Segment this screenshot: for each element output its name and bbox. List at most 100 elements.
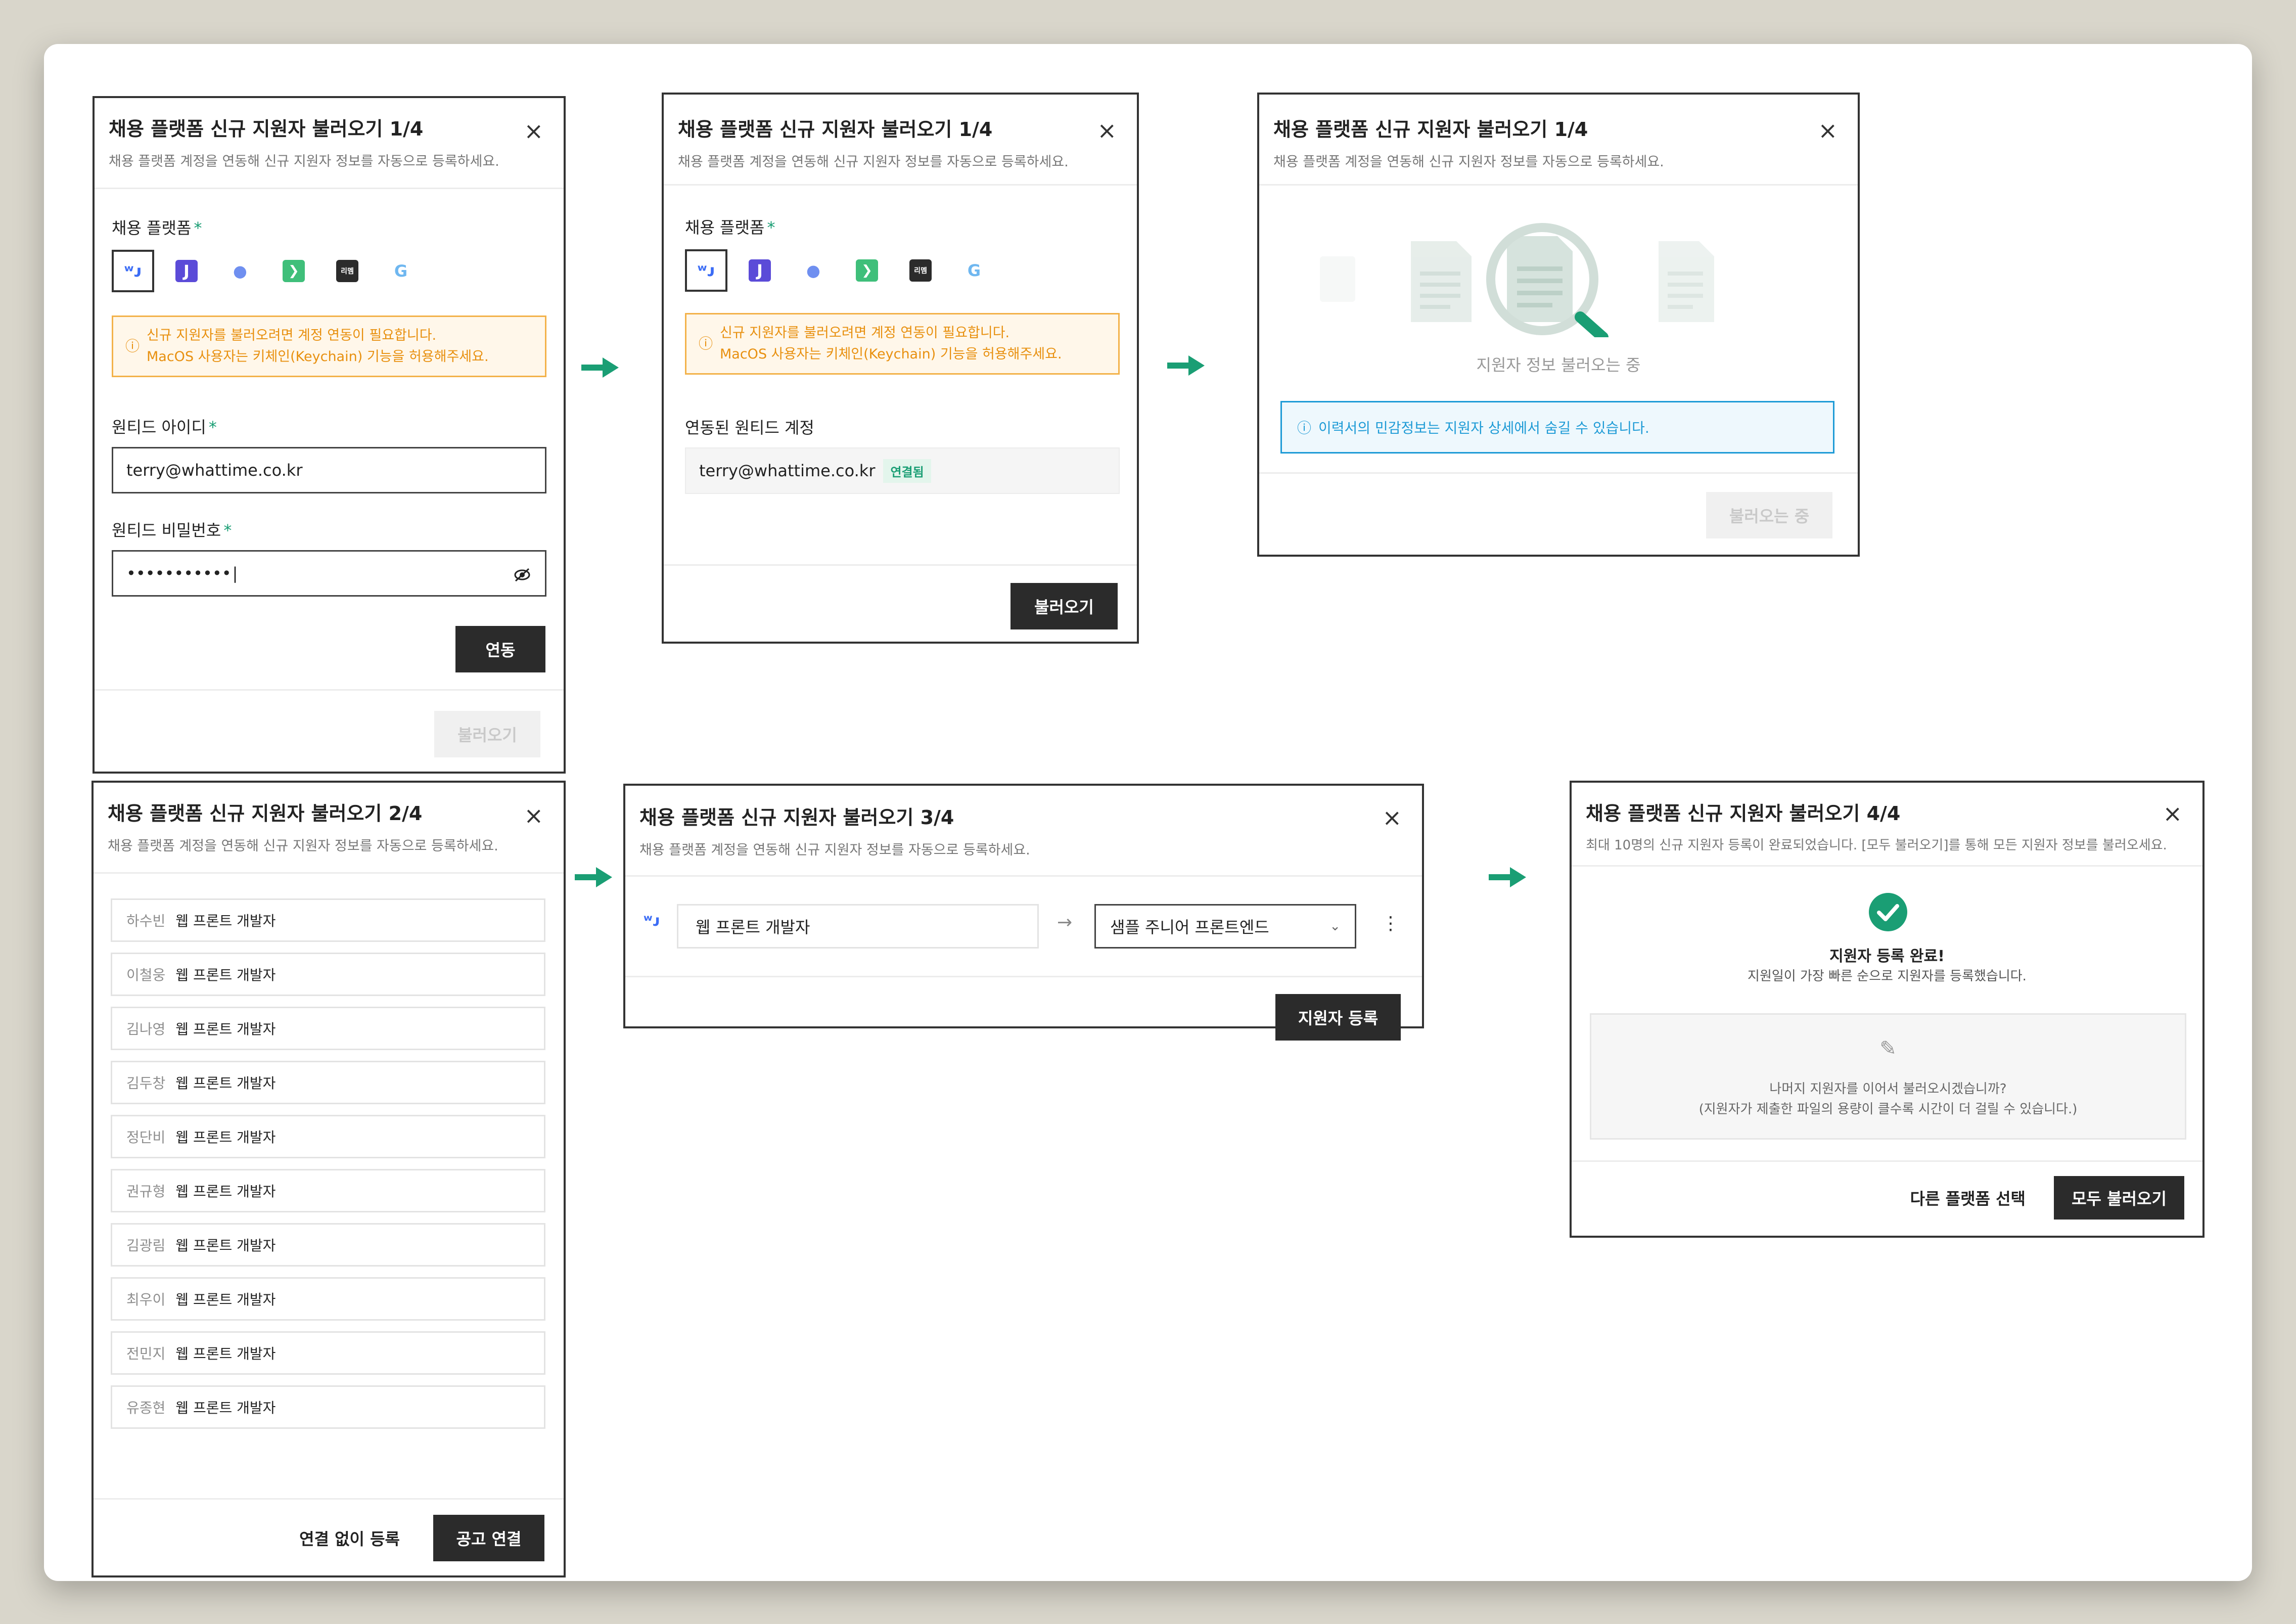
arrow-right-icon — [581, 357, 619, 378]
modal-title: 채용 플랫폼 신규 지원자 불러오기 1/4 — [678, 118, 993, 141]
register-applicants-button[interactable]: 지원자 등록 — [1275, 994, 1401, 1041]
modal-subtitle: 채용 플랫폼 계정을 연동해 신규 지원자 정보를 자동으로 등록하세요. — [109, 154, 499, 169]
required-mark: * — [194, 218, 202, 238]
magic-wand-icon: ✎ — [1879, 1037, 1897, 1060]
register-without-link-button[interactable]: 연결 없이 등록 — [299, 1515, 400, 1561]
platform-field: 채용 플랫폼 * ʷᴊ J ● ❯ 리멤 G — [112, 215, 422, 292]
modal-title: 채용 플랫폼 신규 지원자 불러오기 3/4 — [639, 806, 954, 829]
modal-header: 채용 플랫폼 신규 지원자 불러오기 2/4 채용 플랫폼 계정을 연동해 신규… — [94, 783, 564, 874]
platform-remember-icon[interactable]: 리멤 — [326, 250, 369, 292]
close-icon[interactable]: × — [2163, 802, 2182, 825]
pw-label: 원티드 비밀번호 — [112, 521, 221, 540]
platform-saramin-icon[interactable]: G — [380, 250, 422, 292]
posting-select[interactable]: 샘플 주니어 프론트엔드 ⌄ — [1094, 904, 1356, 949]
check-circle-icon — [1869, 893, 1907, 931]
modal-footer: 불러오기 — [664, 564, 1137, 642]
info-circle-icon: ⓘ — [1297, 420, 1312, 436]
canvas-board: 채용 플랫폼 신규 지원자 불러오기 1/4 채용 플랫폼 계정을 연동해 신규… — [44, 44, 2252, 1581]
modal-footer: 불러오기 — [95, 689, 564, 772]
other-platform-button[interactable]: 다른 플랫폼 선택 — [1910, 1176, 2026, 1220]
id-label: 원티드 아이디 — [112, 418, 206, 437]
platform-wanted-icon[interactable]: ʷᴊ — [112, 250, 154, 292]
list-item[interactable]: 정단비 웹 프론트 개발자 — [111, 1115, 545, 1158]
modal-footer: 다른 플랫폼 선택 모두 불러오기 — [1572, 1160, 2202, 1236]
close-icon[interactable]: × — [1097, 119, 1117, 142]
modal-header: 채용 플랫폼 신규 지원자 불러오기 1/4 채용 플랫폼 계정을 연동해 신규… — [1259, 95, 1858, 186]
modal-subtitle: 채용 플랫폼 계정을 연동해 신규 지원자 정보를 자동으로 등록하세요. — [1273, 154, 1664, 170]
modal-subtitle: 최대 10명의 신규 지원자 등록이 완료되었습니다. [모두 불러오기]를 통… — [1586, 838, 2167, 853]
platform-jumpit-icon[interactable]: J — [165, 250, 208, 292]
arrow-right-icon — [1167, 355, 1205, 376]
platform-wanted-icon[interactable]: ʷᴊ — [685, 249, 727, 292]
platform-label: 채용 플랫폼 — [112, 218, 192, 238]
linked-account-field: terry@whattime.co.kr 연결됨 — [685, 447, 1120, 494]
list-item[interactable]: 전민지 웹 프론트 개발자 — [111, 1331, 545, 1375]
platform-rocketpunch-icon[interactable]: ● — [792, 249, 835, 292]
wanted-icon: ʷᴊ — [644, 912, 660, 930]
loading-button-disabled[interactable]: 불러오는 중 — [1706, 492, 1832, 538]
arrow-right-icon — [575, 867, 612, 887]
eye-off-icon[interactable] — [514, 567, 531, 582]
modal-step3-posting: 채용 플랫폼 신규 지원자 불러오기 3/4 채용 플랫폼 계정을 연동해 신규… — [623, 784, 1424, 1041]
close-icon[interactable]: × — [1818, 119, 1838, 142]
modal-subtitle: 채용 플랫폼 계정을 연동해 신규 지원자 정보를 자동으로 등록하세요. — [108, 838, 498, 854]
complete-description: 지원일이 가장 빠른 순으로 지원자를 등록했습니다. — [1748, 969, 2027, 984]
more-options-icon[interactable]: ⋮ — [1382, 913, 1400, 934]
modal-footer: 불러오는 중 — [1259, 472, 1858, 555]
connect-button[interactable]: 연동 — [455, 626, 545, 672]
list-item[interactable]: 하수빈 웹 프론트 개발자 — [111, 898, 545, 942]
continue-prompt-box: ✎ 나머지 지원자를 이어서 불러오시겠습니까? (지원자가 제출한 파일의 용… — [1590, 1013, 2186, 1140]
info-circle-icon: ⓘ — [125, 338, 140, 354]
arrow-right-icon: → — [1057, 912, 1073, 933]
complete-title: 지원자 등록 완료! — [1829, 948, 1945, 965]
modal-header: 채용 플랫폼 신규 지원자 불러오기 1/4 채용 플랫폼 계정을 연동해 신규… — [664, 95, 1137, 186]
list-item[interactable]: 권규형 웹 프론트 개발자 — [111, 1169, 545, 1212]
platform-label: 채용 플랫폼 — [685, 218, 765, 237]
close-icon[interactable]: × — [524, 119, 543, 143]
list-item[interactable]: 김나영 웹 프론트 개발자 — [111, 1007, 545, 1050]
platform-icons: ʷᴊ J ● ❯ 리멤 G — [112, 250, 422, 292]
keychain-warning: ⓘ 신규 지원자를 불러오려면 계정 연동이 필요합니다. MacOS 사용자는… — [685, 313, 1120, 375]
privacy-info-box: ⓘ 이력서의 민감정보는 지원자 상세에서 숨길 수 있습니다. — [1280, 401, 1834, 454]
keychain-warning: ⓘ 신규 지원자를 불러오려면 계정 연동이 필요합니다. MacOS 사용자는… — [112, 315, 546, 377]
list-item[interactable]: 유종현 웹 프론트 개발자 — [111, 1385, 545, 1429]
linked-badge: 연결됨 — [883, 459, 931, 483]
list-item[interactable]: 이철웅 웹 프론트 개발자 — [111, 953, 545, 996]
wanted-id-input[interactable]: terry@whattime.co.kr — [112, 447, 546, 493]
modal-title: 채용 플랫폼 신규 지원자 불러오기 2/4 — [108, 802, 423, 825]
modal-header: 채용 플랫폼 신규 지원자 불러오기 1/4 채용 플랫폼 계정을 연동해 신규… — [95, 98, 564, 189]
document-search-illustration — [1320, 223, 1714, 337]
linked-account-label: 연동된 원티드 계정 — [685, 418, 814, 437]
modal-step1-connect: 채용 플랫폼 신규 지원자 불러오기 1/4 채용 플랫폼 계정을 연동해 신규… — [93, 96, 566, 774]
load-button[interactable]: 불러오기 — [1011, 583, 1118, 629]
modal-header: 채용 플랫폼 신규 지원자 불러오기 4/4 최대 10명의 신규 지원자 등록… — [1572, 783, 2202, 867]
platform-rocketpunch-icon[interactable]: ● — [219, 250, 261, 292]
platform-programmers-icon[interactable]: ❯ — [846, 249, 888, 292]
modal-subtitle: 채용 플랫폼 계정을 연동해 신규 지원자 정보를 자동으로 등록하세요. — [678, 154, 1069, 170]
wanted-password-input[interactable]: ••••••••••• | — [112, 550, 546, 597]
close-icon[interactable]: × — [524, 804, 543, 827]
modal-header: 채용 플랫폼 신규 지원자 불러오기 3/4 채용 플랫폼 계정을 연동해 신규… — [625, 786, 1422, 877]
info-circle-icon: ⓘ — [699, 335, 713, 352]
source-job-field: 웹 프론트 개발자 — [677, 904, 1039, 949]
modal-subtitle: 채용 플랫폼 계정을 연동해 신규 지원자 정보를 자동으로 등록하세요. — [639, 842, 1030, 858]
mapping-row: ʷᴊ 웹 프론트 개발자 → 샘플 주니어 프론트엔드 ⌄ ⋮ — [625, 877, 1422, 977]
id-label-row: 원티드 아이디 * — [112, 418, 217, 437]
load-button-disabled[interactable]: 불러오기 — [434, 711, 540, 757]
chevron-down-icon: ⌄ — [1329, 919, 1341, 934]
arrow-right-icon — [1489, 867, 1526, 887]
modal-step4-complete: 채용 플랫폼 신규 지원자 불러오기 4/4 최대 10명의 신규 지원자 등록… — [1570, 781, 2205, 1238]
list-item[interactable]: 김두창 웹 프론트 개발자 — [111, 1061, 545, 1104]
connect-posting-button[interactable]: 공고 연결 — [433, 1515, 544, 1561]
close-icon[interactable]: × — [1382, 806, 1402, 829]
platform-jumpit-icon[interactable]: J — [739, 249, 781, 292]
list-item[interactable]: 최우이 웹 프론트 개발자 — [111, 1277, 545, 1321]
platform-icons: ʷᴊ J ● ❯ 리멤 G — [685, 249, 995, 292]
platform-remember-icon[interactable]: 리멤 — [899, 249, 942, 292]
modal-title: 채용 플랫폼 신규 지원자 불러오기 1/4 — [109, 118, 424, 140]
platform-programmers-icon[interactable]: ❯ — [272, 250, 315, 292]
loading-text: 지원자 정보 불러오는 중 — [1476, 355, 1641, 375]
load-all-button[interactable]: 모두 불러오기 — [2054, 1176, 2184, 1220]
list-item[interactable]: 김광림 웹 프론트 개발자 — [111, 1223, 545, 1267]
platform-saramin-icon[interactable]: G — [953, 249, 995, 292]
